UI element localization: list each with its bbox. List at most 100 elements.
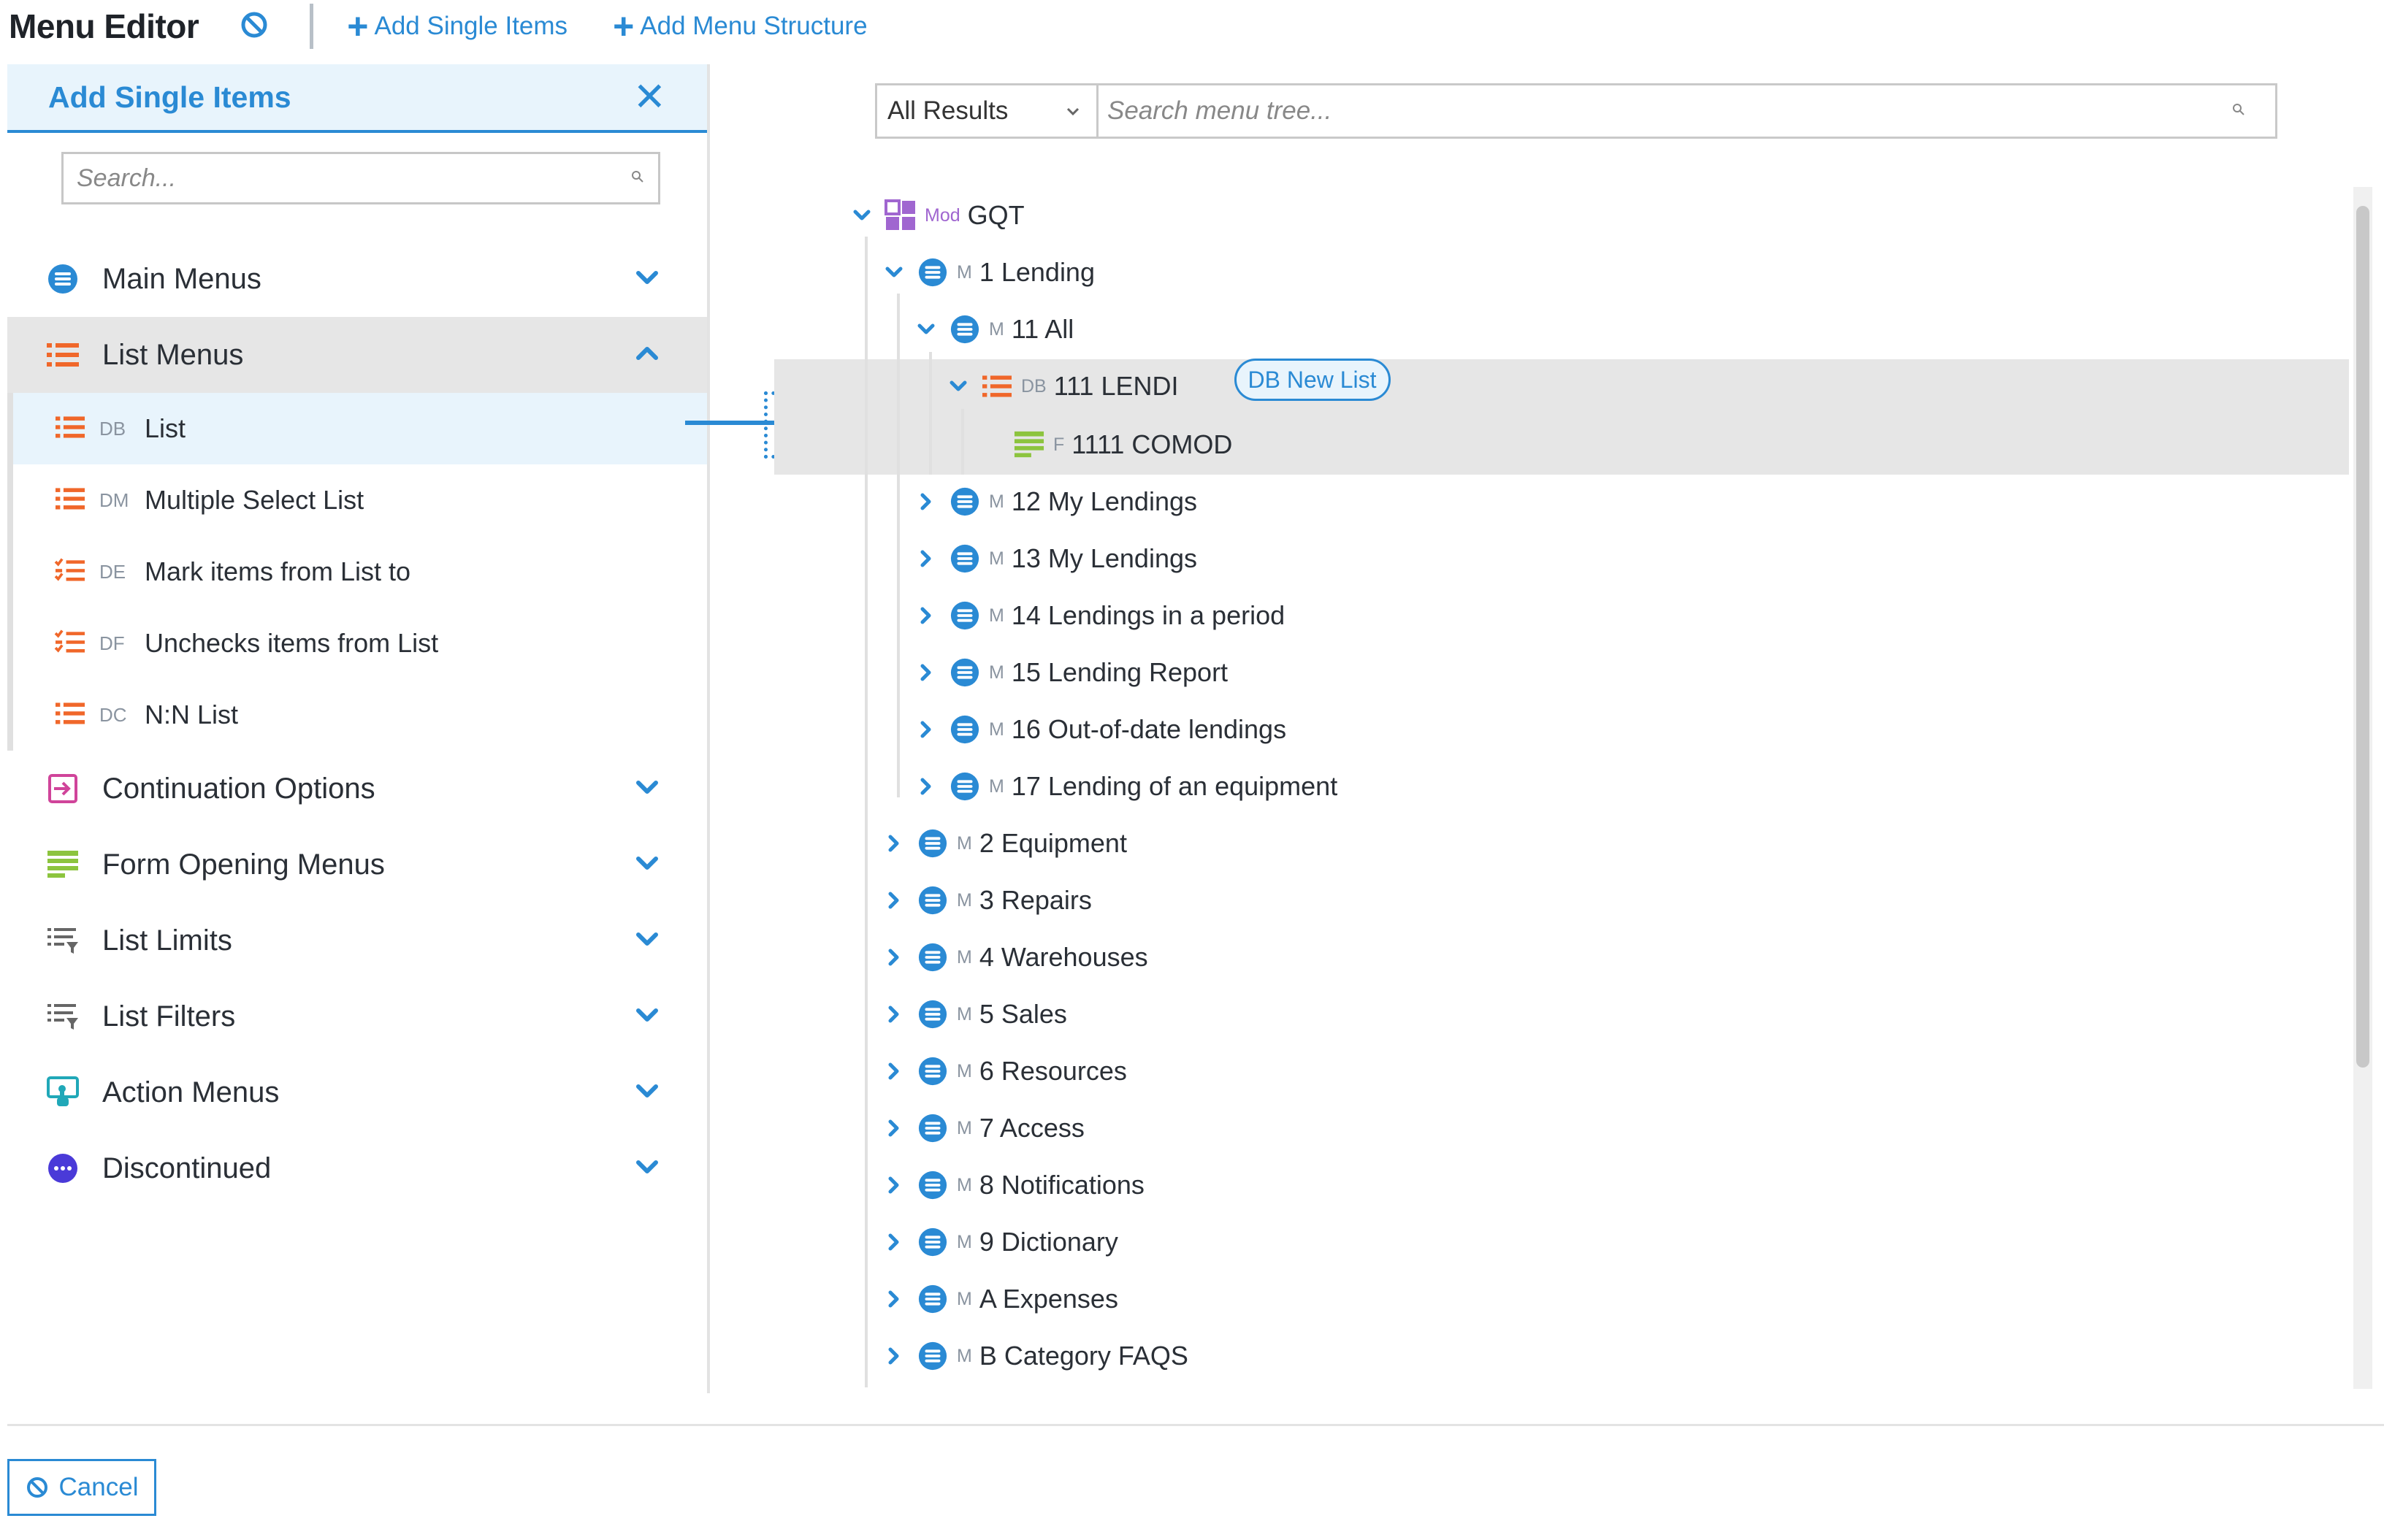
category-list-filters[interactable]: List Filters — [7, 978, 707, 1054]
chevron-down-icon[interactable] — [633, 773, 662, 805]
category-list-menus[interactable]: List Menus — [7, 317, 707, 393]
chevron-down-icon[interactable] — [633, 1000, 662, 1033]
node-label: 111 LENDI — [1053, 371, 1179, 401]
tree-node[interactable]: M 9 Dictionary — [879, 1218, 1118, 1266]
chevron-right-icon[interactable] — [912, 715, 941, 744]
chevron-up-icon[interactable] — [633, 339, 662, 372]
category-label: Main Menus — [102, 262, 261, 295]
item-label: List — [145, 413, 186, 443]
tree-node[interactable]: M A Expenses — [879, 1275, 1118, 1323]
chevron-right-icon[interactable] — [912, 544, 941, 573]
chevron-right-icon[interactable] — [912, 601, 941, 630]
panel-header: Add Single Items ✕ — [7, 64, 707, 133]
category-list-limits[interactable]: List Limits — [7, 903, 707, 978]
category-label: Action Menus — [102, 1076, 280, 1108]
menu-tree: Mod GQT M 1 Lending M 11 All DB 111 LEND… — [774, 183, 2349, 1387]
chevron-right-icon[interactable] — [879, 1171, 909, 1200]
category-label: List Menus — [102, 338, 244, 371]
item-code: DF — [99, 632, 125, 654]
category-form-opening-menus[interactable]: Form Opening Menus — [7, 827, 707, 903]
chevron-down-icon[interactable] — [633, 848, 662, 881]
node-code: M — [989, 719, 1004, 740]
tree-node[interactable]: M 8 Notifications — [879, 1161, 1145, 1209]
chevron-right-icon[interactable] — [912, 487, 941, 516]
tree-node[interactable]: M 16 Out-of-date lendings — [912, 705, 1286, 754]
chevron-down-icon[interactable] — [944, 372, 973, 401]
category-discontinued[interactable]: Discontinued — [7, 1130, 707, 1206]
node-code: M — [989, 318, 1004, 340]
chevron-right-icon[interactable] — [879, 886, 909, 915]
tree-node[interactable]: M 2 Equipment — [879, 819, 1127, 867]
tree-node[interactable]: M B Category FAQS — [879, 1332, 1188, 1380]
list-item-df-unchecks-items[interactable]: DF Unchecks items from List — [13, 608, 707, 679]
tree-node[interactable]: M 12 My Lendings — [912, 478, 1197, 526]
chevron-down-icon[interactable] — [633, 1076, 662, 1109]
category-action-menus[interactable]: Action Menus — [7, 1054, 707, 1130]
chevron-right-icon[interactable] — [879, 1341, 909, 1371]
chevron-right-icon[interactable] — [879, 943, 909, 972]
list-item-dc-nn-list[interactable]: DC N:N List — [13, 679, 707, 751]
menu-list-icon — [948, 713, 982, 746]
add-single-items-label: Add Single Items — [374, 12, 568, 40]
tree-node[interactable]: M 14 Lendings in a period — [912, 591, 1285, 640]
tree-node[interactable]: M 4 Warehouses — [879, 933, 1148, 981]
close-icon[interactable]: ✕ — [633, 77, 666, 117]
tree-node[interactable]: M 17 Lending of an equipment — [912, 762, 1337, 811]
list-filter-icon — [45, 923, 80, 958]
page-title: Menu Editor — [9, 7, 199, 45]
tree-node[interactable]: M 13 My Lendings — [912, 535, 1197, 583]
tree-node[interactable]: M 15 Lending Report — [912, 648, 1228, 697]
chevron-right-icon[interactable] — [879, 1284, 909, 1314]
chevron-right-icon[interactable] — [879, 1227, 909, 1257]
list-menus-items: DB List DM Multiple Select List DE Mark … — [7, 393, 707, 751]
node-label: 6 Resources — [979, 1056, 1127, 1086]
list-item-dm-multiple-select[interactable]: DM Multiple Select List — [13, 464, 707, 536]
chevron-down-icon[interactable] — [879, 258, 909, 287]
item-code: DB — [99, 417, 126, 440]
results-filter-select[interactable]: All Results — [875, 83, 1099, 139]
list-item-de-mark-items[interactable]: DE Mark items from List to — [13, 536, 707, 608]
tree-node[interactable]: M 11 All — [912, 305, 1074, 353]
list-item-db-list[interactable]: DB List — [13, 393, 707, 464]
tree-node[interactable]: M 7 Access — [879, 1104, 1085, 1152]
items-search-input[interactable] — [77, 164, 617, 193]
chevron-down-icon[interactable] — [633, 1152, 662, 1185]
chevron-right-icon[interactable] — [912, 772, 941, 801]
add-menu-structure-button[interactable]: + Add Menu Structure — [613, 8, 867, 45]
chevron-down-icon[interactable] — [847, 201, 876, 230]
tree-node-list[interactable]: DB 111 LENDI DB New List — [944, 359, 1391, 410]
list-bullets-icon — [54, 484, 86, 517]
chevron-right-icon[interactable] — [879, 829, 909, 858]
category-main-menus[interactable]: Main Menus — [7, 241, 707, 317]
chevron-down-icon[interactable] — [912, 315, 941, 344]
node-label: 15 Lending Report — [1011, 657, 1229, 687]
tree-search-input[interactable] — [1107, 96, 2130, 126]
search-icon[interactable] — [2231, 102, 2246, 120]
tree-node-module[interactable]: Mod GQT — [847, 191, 1025, 240]
list-filter-icon — [45, 999, 80, 1034]
tree-node[interactable]: M 3 Repairs — [879, 876, 1092, 924]
search-icon[interactable] — [630, 169, 645, 188]
chevron-right-icon[interactable] — [879, 1000, 909, 1029]
add-single-items-button[interactable]: + Add Single Items — [347, 8, 568, 45]
tree-node[interactable]: M 5 Sales — [879, 990, 1067, 1038]
chevron-right-icon[interactable] — [879, 1057, 909, 1086]
chevron-down-icon[interactable] — [633, 924, 662, 957]
tree-node[interactable]: M 1 Lending — [879, 248, 1095, 296]
chevron-right-icon[interactable] — [879, 1114, 909, 1143]
tree-guide-line — [961, 409, 964, 475]
chevron-right-icon[interactable] — [912, 658, 941, 687]
category-list: Main Menus List Menus DB List DM Multipl… — [7, 241, 707, 1206]
category-continuation-options[interactable]: Continuation Options — [7, 751, 707, 827]
menu-list-icon — [948, 485, 982, 518]
cancel-button[interactable]: Cancel — [7, 1459, 156, 1516]
node-label: 9 Dictionary — [979, 1227, 1118, 1257]
tree-node-form[interactable]: F 1111 COMOD — [1012, 421, 1232, 469]
chevron-down-icon[interactable] — [633, 263, 662, 296]
menu-list-icon — [916, 1339, 950, 1373]
chevron-down-icon — [1066, 107, 1080, 116]
new-list-badge[interactable]: DB New List — [1234, 359, 1391, 401]
disable-icon[interactable] — [240, 10, 269, 43]
tree-node[interactable]: M 6 Resources — [879, 1047, 1127, 1095]
tree-scrollbar-thumb[interactable] — [2356, 206, 2369, 1068]
